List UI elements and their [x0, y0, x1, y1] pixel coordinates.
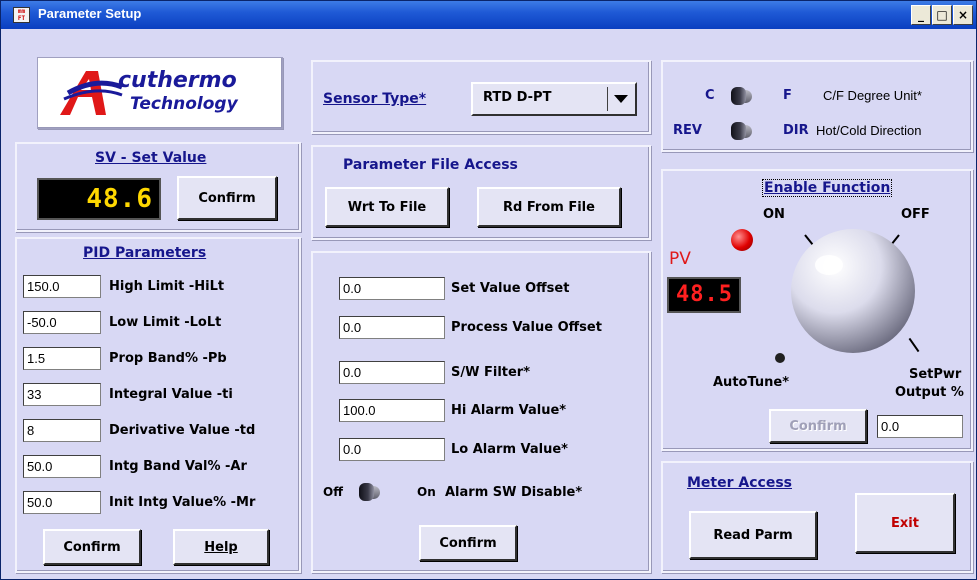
units-panel: C F C/F Degree Unit* REV DIR Hot/Cold Di…: [661, 60, 973, 152]
alarm-off-label: Off: [323, 485, 343, 499]
hi-alarm-input[interactable]: 100.0: [339, 399, 445, 422]
parameter-setup-window: mm FT Parameter Setup _ □ × cuthermo Tech…: [0, 0, 977, 580]
lo-alarm-input[interactable]: 0.0: [339, 438, 445, 461]
high-limit-input[interactable]: 150.0: [23, 275, 101, 298]
set-power-output-input[interactable]: 0.0: [877, 415, 963, 438]
window-title: Parameter Setup: [38, 6, 142, 21]
setpwr-label: SetPwr: [909, 367, 962, 382]
pv-label: PV: [669, 249, 691, 269]
integral-input[interactable]: 33: [23, 383, 101, 406]
sw-filter-input[interactable]: 0.0: [339, 361, 445, 384]
sv-display: 48.6: [37, 178, 161, 220]
derivative-input[interactable]: 8: [23, 419, 101, 442]
toggle-knob: [359, 483, 374, 501]
acuthermo-logo-icon: [60, 71, 123, 115]
pid-panel: PID Parameters 150.0 High Limit -HiLt -5…: [15, 237, 301, 573]
alarm-on-label: On: [417, 485, 436, 499]
sw-filter-label: S/W Filter*: [451, 365, 531, 380]
pid-header: PID Parameters: [83, 245, 207, 261]
meter-access-header: Meter Access: [687, 475, 792, 491]
init-intg-label: Init Intg Value% -Mr: [109, 495, 256, 510]
sv-panel: SV - Set Value 48.6 Confirm: [15, 142, 301, 232]
set-value-offset-label: Set Value Offset: [451, 281, 570, 296]
maximize-button[interactable]: □: [932, 5, 952, 25]
minimize-button[interactable]: _: [911, 5, 931, 25]
toggle-knob: [731, 87, 746, 105]
dropdown-divider: [607, 87, 608, 111]
sensor-type-select[interactable]: RTD D-PT: [471, 82, 637, 116]
dir-label: DIR: [783, 123, 809, 138]
file-access-header: Parameter File Access: [343, 157, 518, 173]
window-controls: _ □ ×: [911, 5, 973, 25]
init-intg-input[interactable]: 50.0: [23, 491, 101, 514]
enable-function-panel: Enable Function ON OFF PV 48.5 AutoTune*…: [661, 169, 973, 451]
meter-access-panel: Meter Access Read Parm Exit: [661, 461, 973, 573]
alarm-sw-toggle[interactable]: [359, 481, 385, 503]
logo-line1: cuthermo: [118, 68, 237, 93]
output-percent-label: Output %: [895, 385, 964, 400]
pid-confirm-button[interactable]: Confirm: [43, 529, 141, 565]
sensor-type-value: RTD D-PT: [483, 90, 552, 105]
hi-alarm-label: Hi Alarm Value*: [451, 403, 567, 418]
sensor-panel: Sensor Type* RTD D-PT: [311, 60, 651, 134]
low-limit-label: Low Limit -LoLt: [109, 315, 222, 330]
sensor-type-label[interactable]: Sensor Type*: [323, 91, 426, 107]
degree-unit-toggle[interactable]: [731, 85, 757, 107]
read-from-file-button[interactable]: Rd From File: [477, 187, 621, 227]
offsets-panel: 0.0 Set Value Offset 0.0 Process Value O…: [311, 251, 651, 573]
file-access-panel: Parameter File Access Wrt To File Rd Fro…: [311, 145, 651, 240]
direction-toggle[interactable]: [731, 120, 757, 142]
integral-label: Integral Value -ti: [109, 387, 233, 402]
sv-header: SV - Set Value: [95, 150, 207, 166]
red-indicator-icon: [731, 229, 753, 251]
help-button[interactable]: Help: [173, 529, 269, 565]
prop-band-input[interactable]: 1.5: [23, 347, 101, 370]
fahrenheit-label: F: [783, 88, 792, 103]
close-button[interactable]: ×: [953, 5, 973, 25]
autotune-dot-icon: [775, 353, 785, 363]
high-limit-label: High Limit -HiLt: [109, 279, 225, 294]
enable-function-header[interactable]: Enable Function: [762, 179, 893, 197]
offsets-confirm-button[interactable]: Confirm: [419, 525, 517, 561]
degree-unit-label: C/F Degree Unit*: [823, 88, 922, 103]
logo-line2: Technology: [130, 94, 238, 114]
rev-label: REV: [673, 123, 702, 138]
lo-alarm-label: Lo Alarm Value*: [451, 442, 568, 457]
chevron-down-icon: [614, 95, 628, 103]
prop-band-label: Prop Band% -Pb: [109, 351, 227, 366]
process-value-offset-label: Process Value Offset: [451, 320, 602, 335]
exit-button[interactable]: Exit: [855, 493, 955, 553]
enable-confirm-button[interactable]: Confirm: [769, 409, 867, 443]
read-parm-button[interactable]: Read Parm: [689, 511, 817, 559]
derivative-label: Derivative Value -td: [109, 423, 256, 438]
process-value-offset-input[interactable]: 0.0: [339, 316, 445, 339]
write-to-file-button[interactable]: Wrt To File: [325, 187, 449, 227]
logo-panel: cuthermo Technology: [37, 57, 283, 129]
intg-band-input[interactable]: 50.0: [23, 455, 101, 478]
alarm-sw-disable-label: Alarm SW Disable*: [445, 485, 583, 500]
low-limit-input[interactable]: -50.0: [23, 311, 101, 334]
sv-confirm-button[interactable]: Confirm: [177, 176, 277, 220]
set-value-offset-input[interactable]: 0.0: [339, 277, 445, 300]
direction-label: Hot/Cold Direction: [816, 123, 922, 138]
intg-band-label: Intg Band Val% -Ar: [109, 459, 247, 474]
celsius-label: C: [705, 88, 715, 103]
autotune-label: AutoTune*: [713, 375, 790, 390]
toggle-knob: [731, 122, 746, 140]
pv-display: 48.5: [667, 277, 741, 313]
title-bar[interactable]: mm FT Parameter Setup _ □ ×: [1, 1, 976, 29]
app-icon: mm FT: [13, 7, 30, 23]
